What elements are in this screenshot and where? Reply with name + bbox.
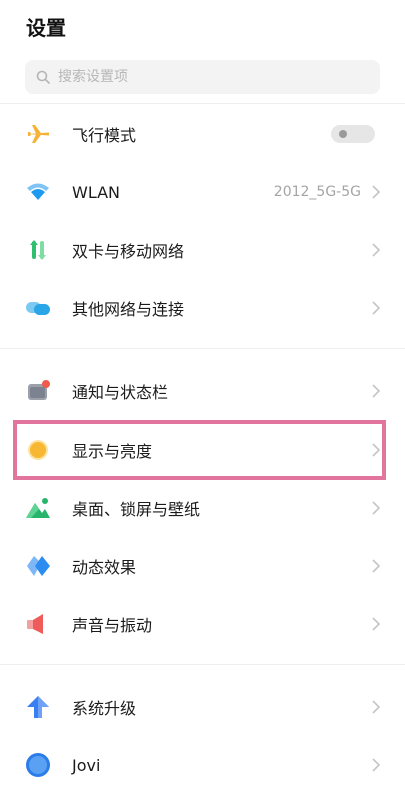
search-box[interactable] xyxy=(25,60,380,94)
settings-item-dynamic-effects[interactable]: 动态效果 xyxy=(0,542,405,590)
settings-item-label: 动态效果 xyxy=(72,558,137,577)
chevron-right-icon xyxy=(372,443,381,457)
section-divider xyxy=(0,348,405,349)
sound-icon xyxy=(24,610,52,638)
settings-item-label: 声音与振动 xyxy=(72,616,153,635)
chevron-right-icon xyxy=(372,301,381,315)
settings-item-label: 桌面、锁屏与壁纸 xyxy=(72,500,201,519)
settings-item-dual-sim[interactable]: 双卡与移动网络 xyxy=(0,226,405,274)
chevron-right-icon xyxy=(372,243,381,257)
settings-item-label: Jovi xyxy=(72,755,101,775)
settings-item-wallpaper[interactable]: 桌面、锁屏与壁纸 xyxy=(0,484,405,532)
settings-item-jovi[interactable]: Jovi xyxy=(0,741,405,789)
airplane-icon xyxy=(24,120,52,148)
chevron-right-icon xyxy=(372,501,381,515)
network-connection-icon xyxy=(24,294,52,322)
settings-item-airplane-mode[interactable]: 飞行模式 xyxy=(0,110,405,158)
settings-item-system-update[interactable]: 系统升级 xyxy=(0,683,405,731)
settings-item-label: 飞行模式 xyxy=(72,126,137,145)
search-icon xyxy=(36,70,50,84)
settings-item-label: 通知与状态栏 xyxy=(72,383,169,402)
settings-item-label: 显示与亮度 xyxy=(72,442,153,461)
airplane-mode-toggle[interactable] xyxy=(331,125,375,143)
chevron-right-icon xyxy=(372,617,381,631)
settings-item-other-networks[interactable]: 其他网络与连接 xyxy=(0,284,405,332)
header-divider xyxy=(0,103,405,104)
chevron-right-icon xyxy=(372,559,381,573)
wifi-icon xyxy=(24,178,52,206)
dual-sim-icon xyxy=(24,236,52,264)
wallpaper-icon xyxy=(24,494,52,522)
section-divider xyxy=(0,664,405,665)
notification-icon xyxy=(24,377,52,405)
page-title: 设置 xyxy=(26,16,66,40)
settings-item-notifications[interactable]: 通知与状态栏 xyxy=(0,367,405,415)
toggle-knob xyxy=(339,130,347,138)
settings-item-display-brightness[interactable]: 显示与亮度 xyxy=(0,426,405,474)
settings-item-label: 系统升级 xyxy=(72,699,137,718)
system-update-icon xyxy=(24,693,52,721)
wlan-network-name: 2012_5G-5G xyxy=(273,184,361,200)
search-input[interactable] xyxy=(56,68,360,86)
chevron-right-icon xyxy=(372,758,381,772)
settings-item-label: 其他网络与连接 xyxy=(72,300,185,319)
settings-item-sound-vibration[interactable]: 声音与振动 xyxy=(0,600,405,648)
dynamic-effects-icon xyxy=(24,552,52,580)
chevron-right-icon xyxy=(372,185,381,199)
settings-item-label: WLAN xyxy=(72,182,121,202)
settings-item-wlan[interactable]: WLAN 2012_5G-5G xyxy=(0,168,405,216)
chevron-right-icon xyxy=(372,384,381,398)
jovi-icon xyxy=(24,751,52,779)
chevron-right-icon xyxy=(372,700,381,714)
settings-item-label: 双卡与移动网络 xyxy=(72,242,185,261)
brightness-icon xyxy=(24,436,52,464)
